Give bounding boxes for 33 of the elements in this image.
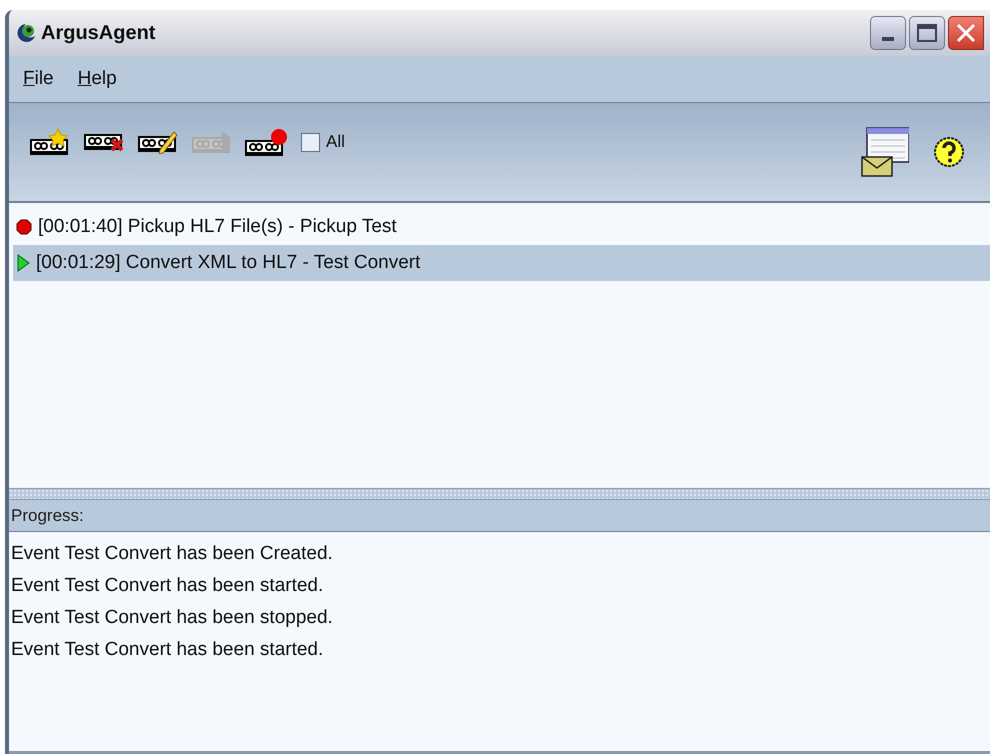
menu-item[interactable]: Help	[78, 64, 117, 94]
stop-timer-icon	[242, 128, 288, 156]
stop-icon	[16, 219, 32, 235]
help-button[interactable]	[932, 135, 966, 169]
splitter-handle[interactable]	[9, 488, 990, 500]
log-line: Event Test Convert has been Created.	[11, 542, 334, 566]
window-title: ArgusAgent	[41, 21, 156, 46]
menu-item[interactable]: File	[23, 64, 54, 94]
close-icon	[956, 23, 976, 43]
table-mail-icon	[861, 127, 909, 177]
minimize-icon	[882, 37, 894, 41]
start-timer-icon	[190, 130, 232, 154]
maximize-icon	[917, 24, 937, 42]
event-text: [00:01:40] Pickup HL7 File(s) - Pickup Test	[38, 214, 397, 239]
app-logo-icon	[15, 22, 37, 44]
help-icon	[933, 136, 965, 168]
checkbox[interactable]	[301, 132, 320, 152]
play-icon	[16, 254, 30, 272]
log-mail-button[interactable]	[860, 127, 910, 177]
progress-label: Progress:	[11, 504, 84, 527]
close-button[interactable]	[948, 16, 984, 50]
edit-timer-icon	[136, 130, 178, 154]
log-line: Event Test Convert has been started.	[11, 638, 324, 662]
delete-timer-icon	[82, 132, 124, 152]
maximize-button[interactable]	[909, 16, 945, 50]
event-text: [00:01:29] Convert XML to HL7 - Test Convert	[36, 250, 420, 275]
minimize-button[interactable]	[870, 16, 906, 50]
checkbox-label: All	[326, 131, 345, 154]
log-line: Event Test Convert has been stopped.	[11, 606, 334, 630]
log-line: Event Test Convert has been started.	[11, 574, 324, 598]
event-row[interactable]: [00:01:40] Pickup HL7 File(s) - Pickup Test	[13, 209, 990, 245]
new-timer-icon	[28, 128, 70, 156]
event-row[interactable]: [00:01:29] Convert XML to HL7 - Test Convert	[13, 245, 990, 281]
